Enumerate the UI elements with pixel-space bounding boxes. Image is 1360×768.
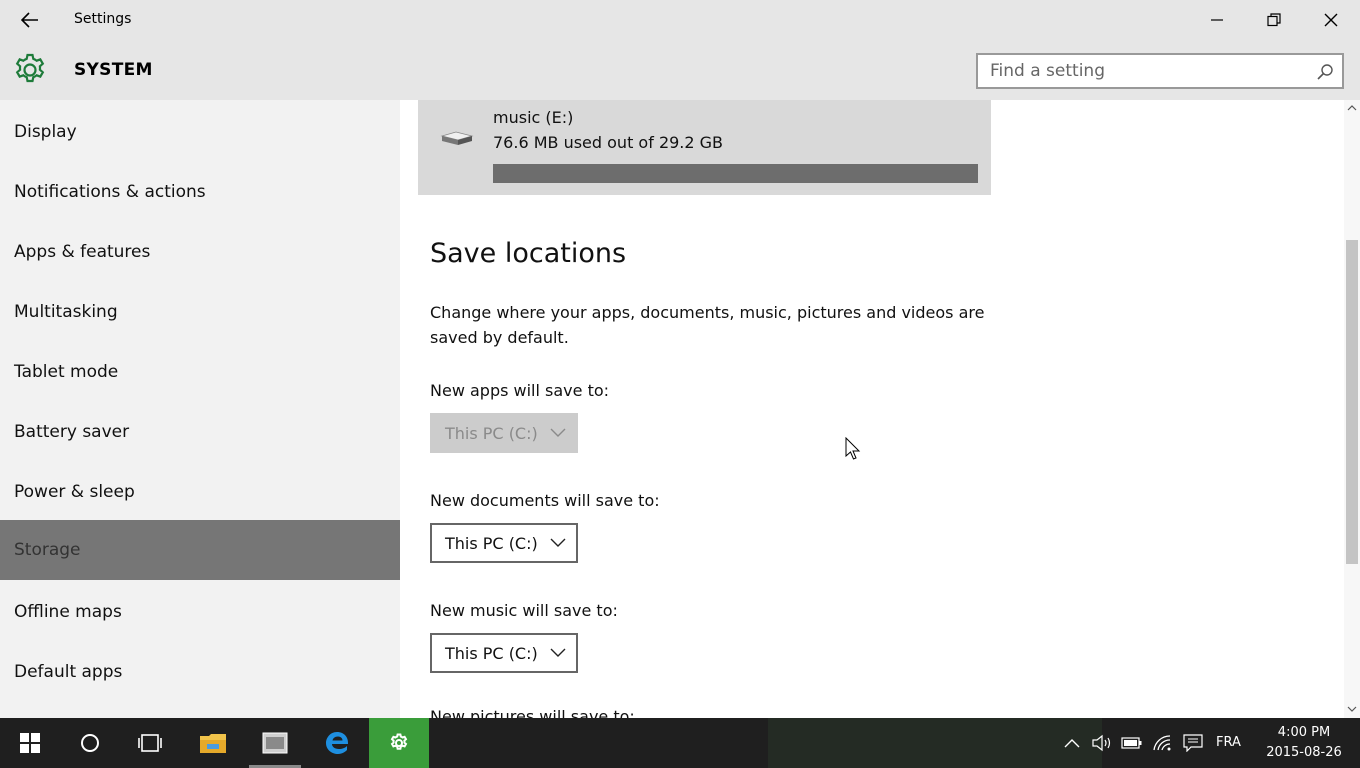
pictures-save-label: New pictures will save to: [430,709,635,718]
sidebar-item-default-apps[interactable]: Default apps [0,642,400,702]
action-center-button[interactable] [1182,732,1204,754]
scroll-down-icon[interactable] [1346,703,1358,715]
documents-save-dropdown[interactable]: This PC (C:) [430,523,578,563]
app-title: Settings [74,11,132,27]
apps-save-label: New apps will save to: [430,381,610,400]
music-save-label: New music will save to: [430,601,618,620]
clock-date: 2015-08-26 [1266,745,1342,760]
sidebar-item-tablet-mode[interactable]: Tablet mode [0,342,400,402]
restore-button[interactable] [1246,0,1302,40]
apps-save-dropdown: This PC (C:) [430,413,578,453]
search-input[interactable] [990,60,1310,82]
drive-usage: 76.6 MB used out of 29.2 GB [493,133,724,152]
sidebar-item-notifications[interactable]: Notifications & actions [0,162,400,222]
title-bar: Settings [0,0,1360,40]
edge-browser-button[interactable] [307,718,367,768]
cortana-button[interactable] [60,718,120,768]
back-arrow-icon [21,12,38,28]
content-scrollbar[interactable] [1344,100,1360,718]
back-button[interactable] [10,4,50,36]
network-button[interactable] [1152,732,1174,754]
notification-icon [1183,734,1203,752]
close-icon [1324,13,1338,27]
drive-name: music (E:) [493,108,574,127]
save-locations-title: Save locations [430,238,627,269]
edge-icon [326,732,349,754]
show-hidden-icons-button[interactable] [1061,732,1083,754]
scrollbar-thumb[interactable] [1346,240,1358,564]
taskbar-clock[interactable]: 4:00 PM 2015-08-26 [1266,723,1342,763]
sidebar-item-battery-saver[interactable]: Battery saver [0,402,400,462]
sidebar-item-offline-maps[interactable]: Offline maps [0,582,400,642]
music-save-value: This PC (C:) [445,643,538,663]
documents-save-value: This PC (C:) [445,533,538,553]
battery-icon [1121,737,1142,749]
chevron-down-icon [550,648,566,657]
input-language-indicator[interactable]: FRA [1216,735,1241,750]
sidebar-item-power-sleep[interactable]: Power & sleep [0,462,400,522]
sidebar-item-multitasking[interactable]: Multitasking [0,282,400,342]
search-icon[interactable] [1316,63,1334,81]
drive-usage-bar-fill [493,164,978,183]
sidebar-item-apps-features[interactable]: Apps & features [0,222,400,282]
wifi-icon [1153,735,1171,751]
documents-save-label: New documents will save to: [430,491,660,510]
sidebar-nav: Display Notifications & actions Apps & f… [0,100,400,718]
battery-button[interactable] [1121,732,1143,754]
sidebar-item-storage[interactable]: Storage [0,520,400,580]
app-window-icon [262,732,288,754]
file-explorer-button[interactable] [183,718,243,768]
task-view-icon [138,734,162,752]
drive-usage-bar [493,164,978,183]
taskbar: FRA 4:00 PM 2015-08-26 [0,718,1360,768]
chevron-down-icon [550,538,566,547]
music-save-dropdown[interactable]: This PC (C:) [430,633,578,673]
gear-icon [390,733,408,750]
cortana-circle-icon [81,734,99,752]
taskbar-app-button[interactable] [245,718,305,768]
apps-save-value: This PC (C:) [445,423,538,443]
drive-card-music[interactable]: music (E:) 76.6 MB used out of 29.2 GB [418,100,991,195]
search-box[interactable] [976,53,1344,89]
taskbar-background-shade [768,718,1102,768]
volume-button[interactable] [1091,732,1113,754]
sidebar-item-display[interactable]: Display [0,102,400,162]
start-button[interactable] [0,718,60,768]
minimize-icon [1211,19,1223,21]
speaker-icon [1092,734,1111,752]
drive-icon [440,131,474,145]
folder-icon [200,734,226,753]
mouse-cursor-icon [845,437,861,460]
main-content: music (E:) 76.6 MB used out of 29.2 GB S… [400,100,1344,718]
page-header: SYSTEM [0,40,1360,100]
save-locations-description: Change where your apps, documents, music… [430,303,985,347]
minimize-button[interactable] [1189,0,1245,40]
chevron-down-icon [550,428,566,437]
windows-logo-icon [20,733,40,753]
gear-icon [12,52,48,88]
chevron-up-icon [1064,739,1080,748]
page-title: SYSTEM [74,60,153,80]
close-button[interactable] [1303,0,1359,40]
scroll-up-icon[interactable] [1346,102,1358,114]
restore-icon [1267,13,1281,27]
task-view-button[interactable] [120,718,180,768]
clock-time: 4:00 PM [1277,725,1331,740]
settings-taskbar-button[interactable] [369,718,429,768]
